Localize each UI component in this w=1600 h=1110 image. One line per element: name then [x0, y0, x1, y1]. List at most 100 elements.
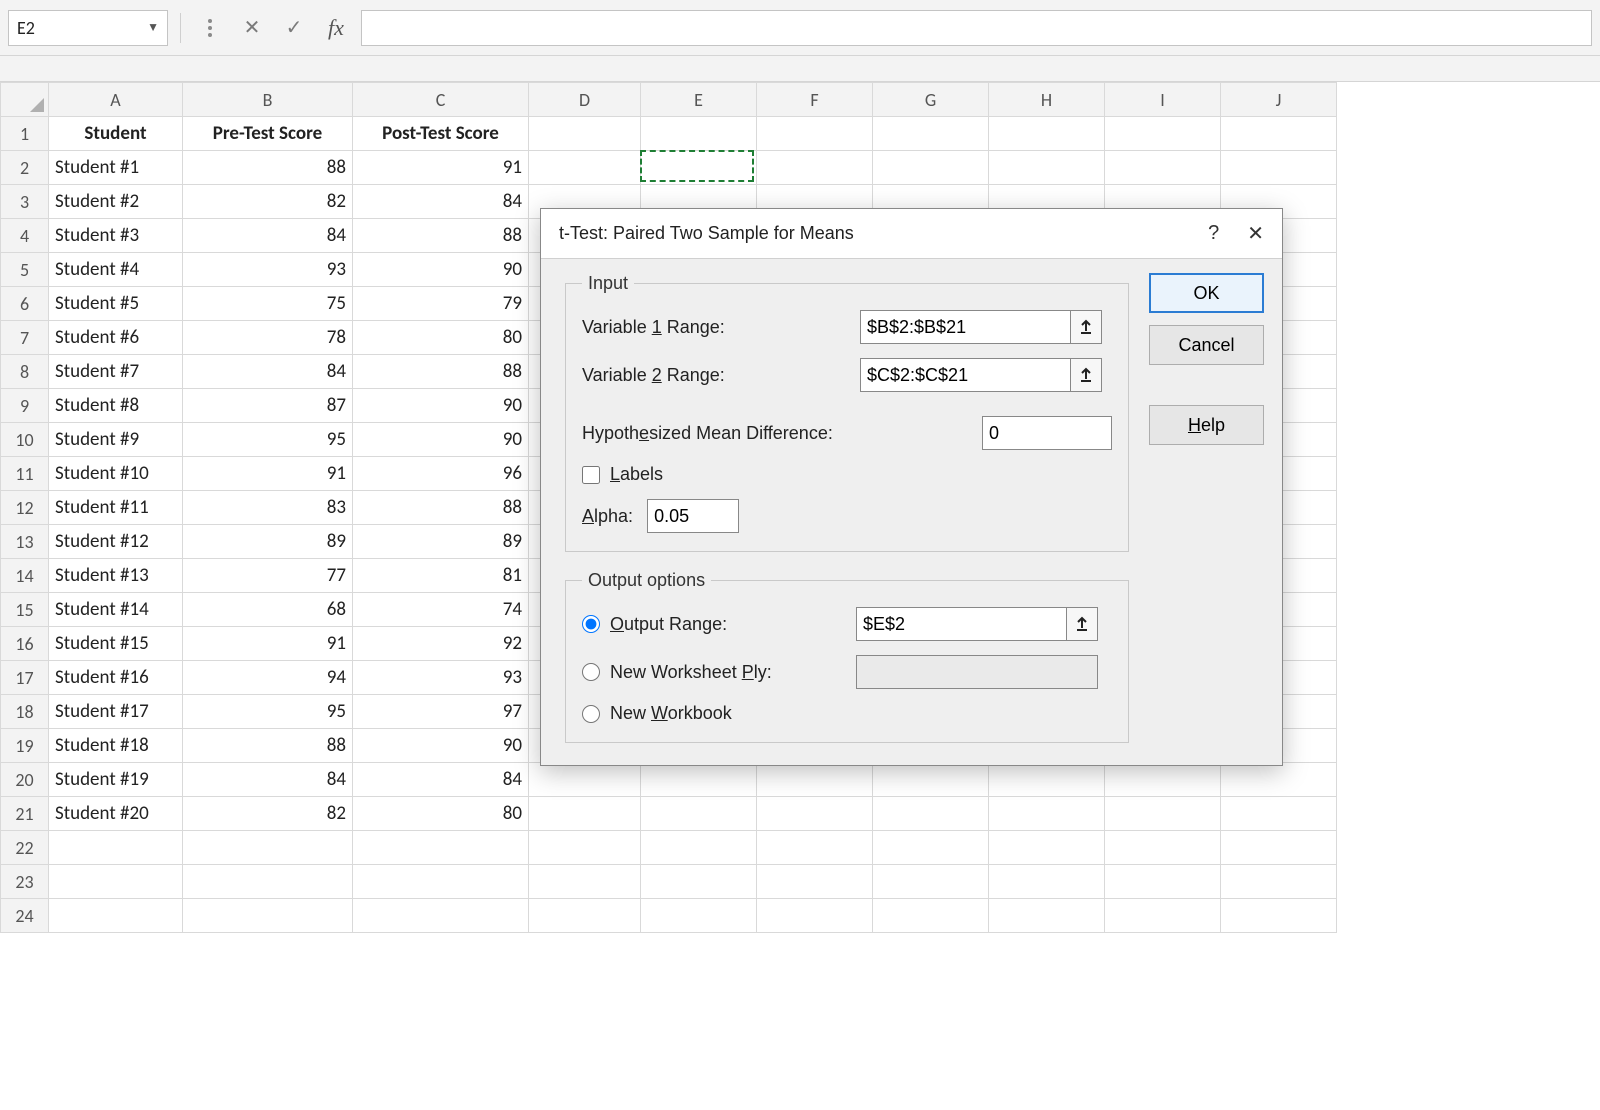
cell[interactable]: 94: [183, 661, 353, 695]
cell[interactable]: 82: [183, 797, 353, 831]
cell[interactable]: 88: [353, 491, 529, 525]
cell[interactable]: [757, 117, 873, 151]
cell[interactable]: 80: [353, 797, 529, 831]
cell[interactable]: 84: [353, 185, 529, 219]
row-header[interactable]: 3: [1, 185, 49, 219]
cell[interactable]: 84: [183, 763, 353, 797]
cell[interactable]: Student #19: [49, 763, 183, 797]
new-worksheet-label[interactable]: New Worksheet Ply:: [610, 662, 846, 683]
help-button[interactable]: Help: [1149, 405, 1264, 445]
cell[interactable]: Student #14: [49, 593, 183, 627]
var2-input[interactable]: [860, 358, 1070, 392]
cell[interactable]: [183, 831, 353, 865]
row-header[interactable]: 22: [1, 831, 49, 865]
cell[interactable]: 88: [353, 355, 529, 389]
cell[interactable]: Student #8: [49, 389, 183, 423]
cell[interactable]: [1221, 899, 1337, 933]
row-header[interactable]: 11: [1, 457, 49, 491]
cell[interactable]: Post-Test Score: [353, 117, 529, 151]
row-header[interactable]: 23: [1, 865, 49, 899]
cell[interactable]: 84: [183, 219, 353, 253]
cell[interactable]: 91: [183, 627, 353, 661]
cell[interactable]: [989, 865, 1105, 899]
output-range-radio[interactable]: [582, 615, 600, 633]
cell[interactable]: Student #1: [49, 151, 183, 185]
column-header[interactable]: A: [49, 83, 183, 117]
enter-entry-icon[interactable]: ✓: [277, 11, 311, 45]
cancel-button[interactable]: Cancel: [1149, 325, 1264, 365]
cell[interactable]: [353, 831, 529, 865]
row-header[interactable]: 2: [1, 151, 49, 185]
cell[interactable]: [1221, 763, 1337, 797]
var1-input[interactable]: [860, 310, 1070, 344]
cell[interactable]: [989, 117, 1105, 151]
formula-input[interactable]: [361, 10, 1592, 46]
row-header[interactable]: 9: [1, 389, 49, 423]
cell[interactable]: [183, 865, 353, 899]
cell[interactable]: Student #12: [49, 525, 183, 559]
cell[interactable]: [529, 151, 641, 185]
labels-checkbox[interactable]: [582, 466, 600, 484]
column-header[interactable]: B: [183, 83, 353, 117]
cell[interactable]: [529, 763, 641, 797]
cell[interactable]: 92: [353, 627, 529, 661]
hypo-input[interactable]: [982, 416, 1112, 450]
cell[interactable]: 95: [183, 695, 353, 729]
cell[interactable]: 88: [183, 151, 353, 185]
cell[interactable]: [1105, 797, 1221, 831]
cell[interactable]: [989, 151, 1105, 185]
functions-menu-icon[interactable]: [193, 11, 227, 45]
cell[interactable]: [641, 763, 757, 797]
cell[interactable]: 75: [183, 287, 353, 321]
cell[interactable]: [1105, 763, 1221, 797]
var1-range-picker-icon[interactable]: [1070, 310, 1102, 344]
ok-button[interactable]: OK: [1149, 273, 1264, 313]
cell[interactable]: [353, 865, 529, 899]
cell[interactable]: [529, 899, 641, 933]
cell[interactable]: [49, 899, 183, 933]
cell[interactable]: [873, 899, 989, 933]
cell[interactable]: 90: [353, 729, 529, 763]
cell[interactable]: Student #6: [49, 321, 183, 355]
new-worksheet-input[interactable]: [856, 655, 1098, 689]
cell[interactable]: [1105, 831, 1221, 865]
row-header[interactable]: 13: [1, 525, 49, 559]
dialog-help-icon[interactable]: ?: [1208, 222, 1219, 245]
cell[interactable]: [757, 831, 873, 865]
row-header[interactable]: 1: [1, 117, 49, 151]
new-workbook-label[interactable]: New Workbook: [610, 703, 846, 724]
cell[interactable]: Student #9: [49, 423, 183, 457]
cell[interactable]: 95: [183, 423, 353, 457]
cell[interactable]: Student #7: [49, 355, 183, 389]
cell[interactable]: Pre-Test Score: [183, 117, 353, 151]
cell[interactable]: 68: [183, 593, 353, 627]
cell[interactable]: [1221, 865, 1337, 899]
new-worksheet-radio[interactable]: [582, 663, 600, 681]
cell[interactable]: [873, 865, 989, 899]
cell[interactable]: [641, 151, 757, 185]
cell[interactable]: [757, 797, 873, 831]
cell[interactable]: [1221, 797, 1337, 831]
cell[interactable]: [757, 763, 873, 797]
cell[interactable]: 90: [353, 253, 529, 287]
cell[interactable]: [641, 797, 757, 831]
cell[interactable]: 91: [183, 457, 353, 491]
row-header[interactable]: 24: [1, 899, 49, 933]
row-header[interactable]: 20: [1, 763, 49, 797]
cell[interactable]: Student: [49, 117, 183, 151]
cell[interactable]: [529, 117, 641, 151]
cell[interactable]: [989, 899, 1105, 933]
cell[interactable]: [641, 117, 757, 151]
cell[interactable]: [1221, 151, 1337, 185]
cell[interactable]: 84: [183, 355, 353, 389]
cell[interactable]: [757, 865, 873, 899]
cell[interactable]: 88: [183, 729, 353, 763]
column-header[interactable]: E: [641, 83, 757, 117]
cell[interactable]: [529, 797, 641, 831]
cell[interactable]: Student #5: [49, 287, 183, 321]
row-header[interactable]: 18: [1, 695, 49, 729]
select-all-corner[interactable]: [1, 83, 49, 117]
column-header[interactable]: D: [529, 83, 641, 117]
cell[interactable]: 84: [353, 763, 529, 797]
cell[interactable]: Student #20: [49, 797, 183, 831]
